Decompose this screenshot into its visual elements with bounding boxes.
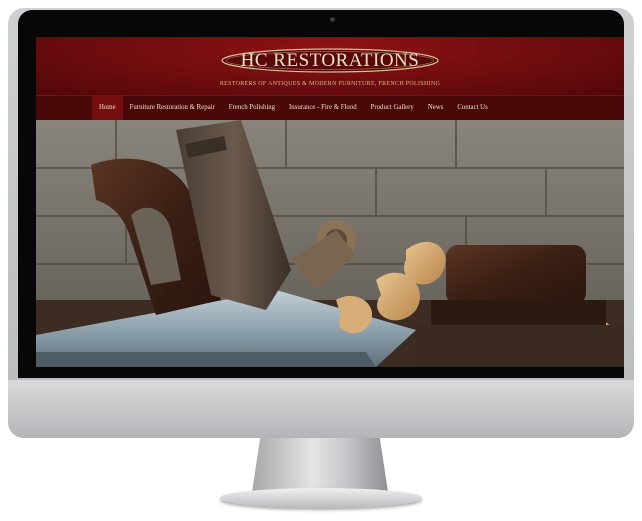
logo-text: HC RESTORATIONS: [240, 50, 420, 71]
nav-items: Home Furniture Restoration & Repair French…: [92, 96, 495, 120]
monitor-frame: HC RESTORATIONS Restorers of Antiques & …: [8, 8, 634, 438]
wood-plane-photo: [36, 120, 624, 367]
nav-item-home[interactable]: Home: [92, 96, 123, 120]
monitor-chin: [8, 380, 634, 438]
nav-item-contact-us[interactable]: Contact Us: [450, 96, 494, 120]
site-logo[interactable]: HC RESTORATIONS: [221, 48, 439, 73]
camera-icon: [330, 17, 335, 22]
nav-item-news[interactable]: News: [421, 96, 450, 120]
nav-item-french-polishing[interactable]: French Polishing: [222, 96, 282, 120]
main-navigation: Home Furniture Restoration & Repair French…: [36, 95, 624, 121]
monitor-stand-neck: [252, 438, 388, 492]
hero-image: [36, 120, 624, 367]
nav-item-furniture-restoration-repair[interactable]: Furniture Restoration & Repair: [123, 96, 222, 120]
monitor-stand-base: [220, 488, 422, 508]
site-header: HC RESTORATIONS Restorers of Antiques & …: [36, 37, 624, 95]
website-screen: HC RESTORATIONS Restorers of Antiques & …: [36, 37, 624, 367]
nav-item-insurance-fire-flood[interactable]: Insurance - Fire & Flood: [282, 96, 364, 120]
site-tagline: Restorers of Antiques & Modern Furniture…: [219, 81, 441, 87]
nav-item-product-gallery[interactable]: Product Gallery: [364, 96, 421, 120]
